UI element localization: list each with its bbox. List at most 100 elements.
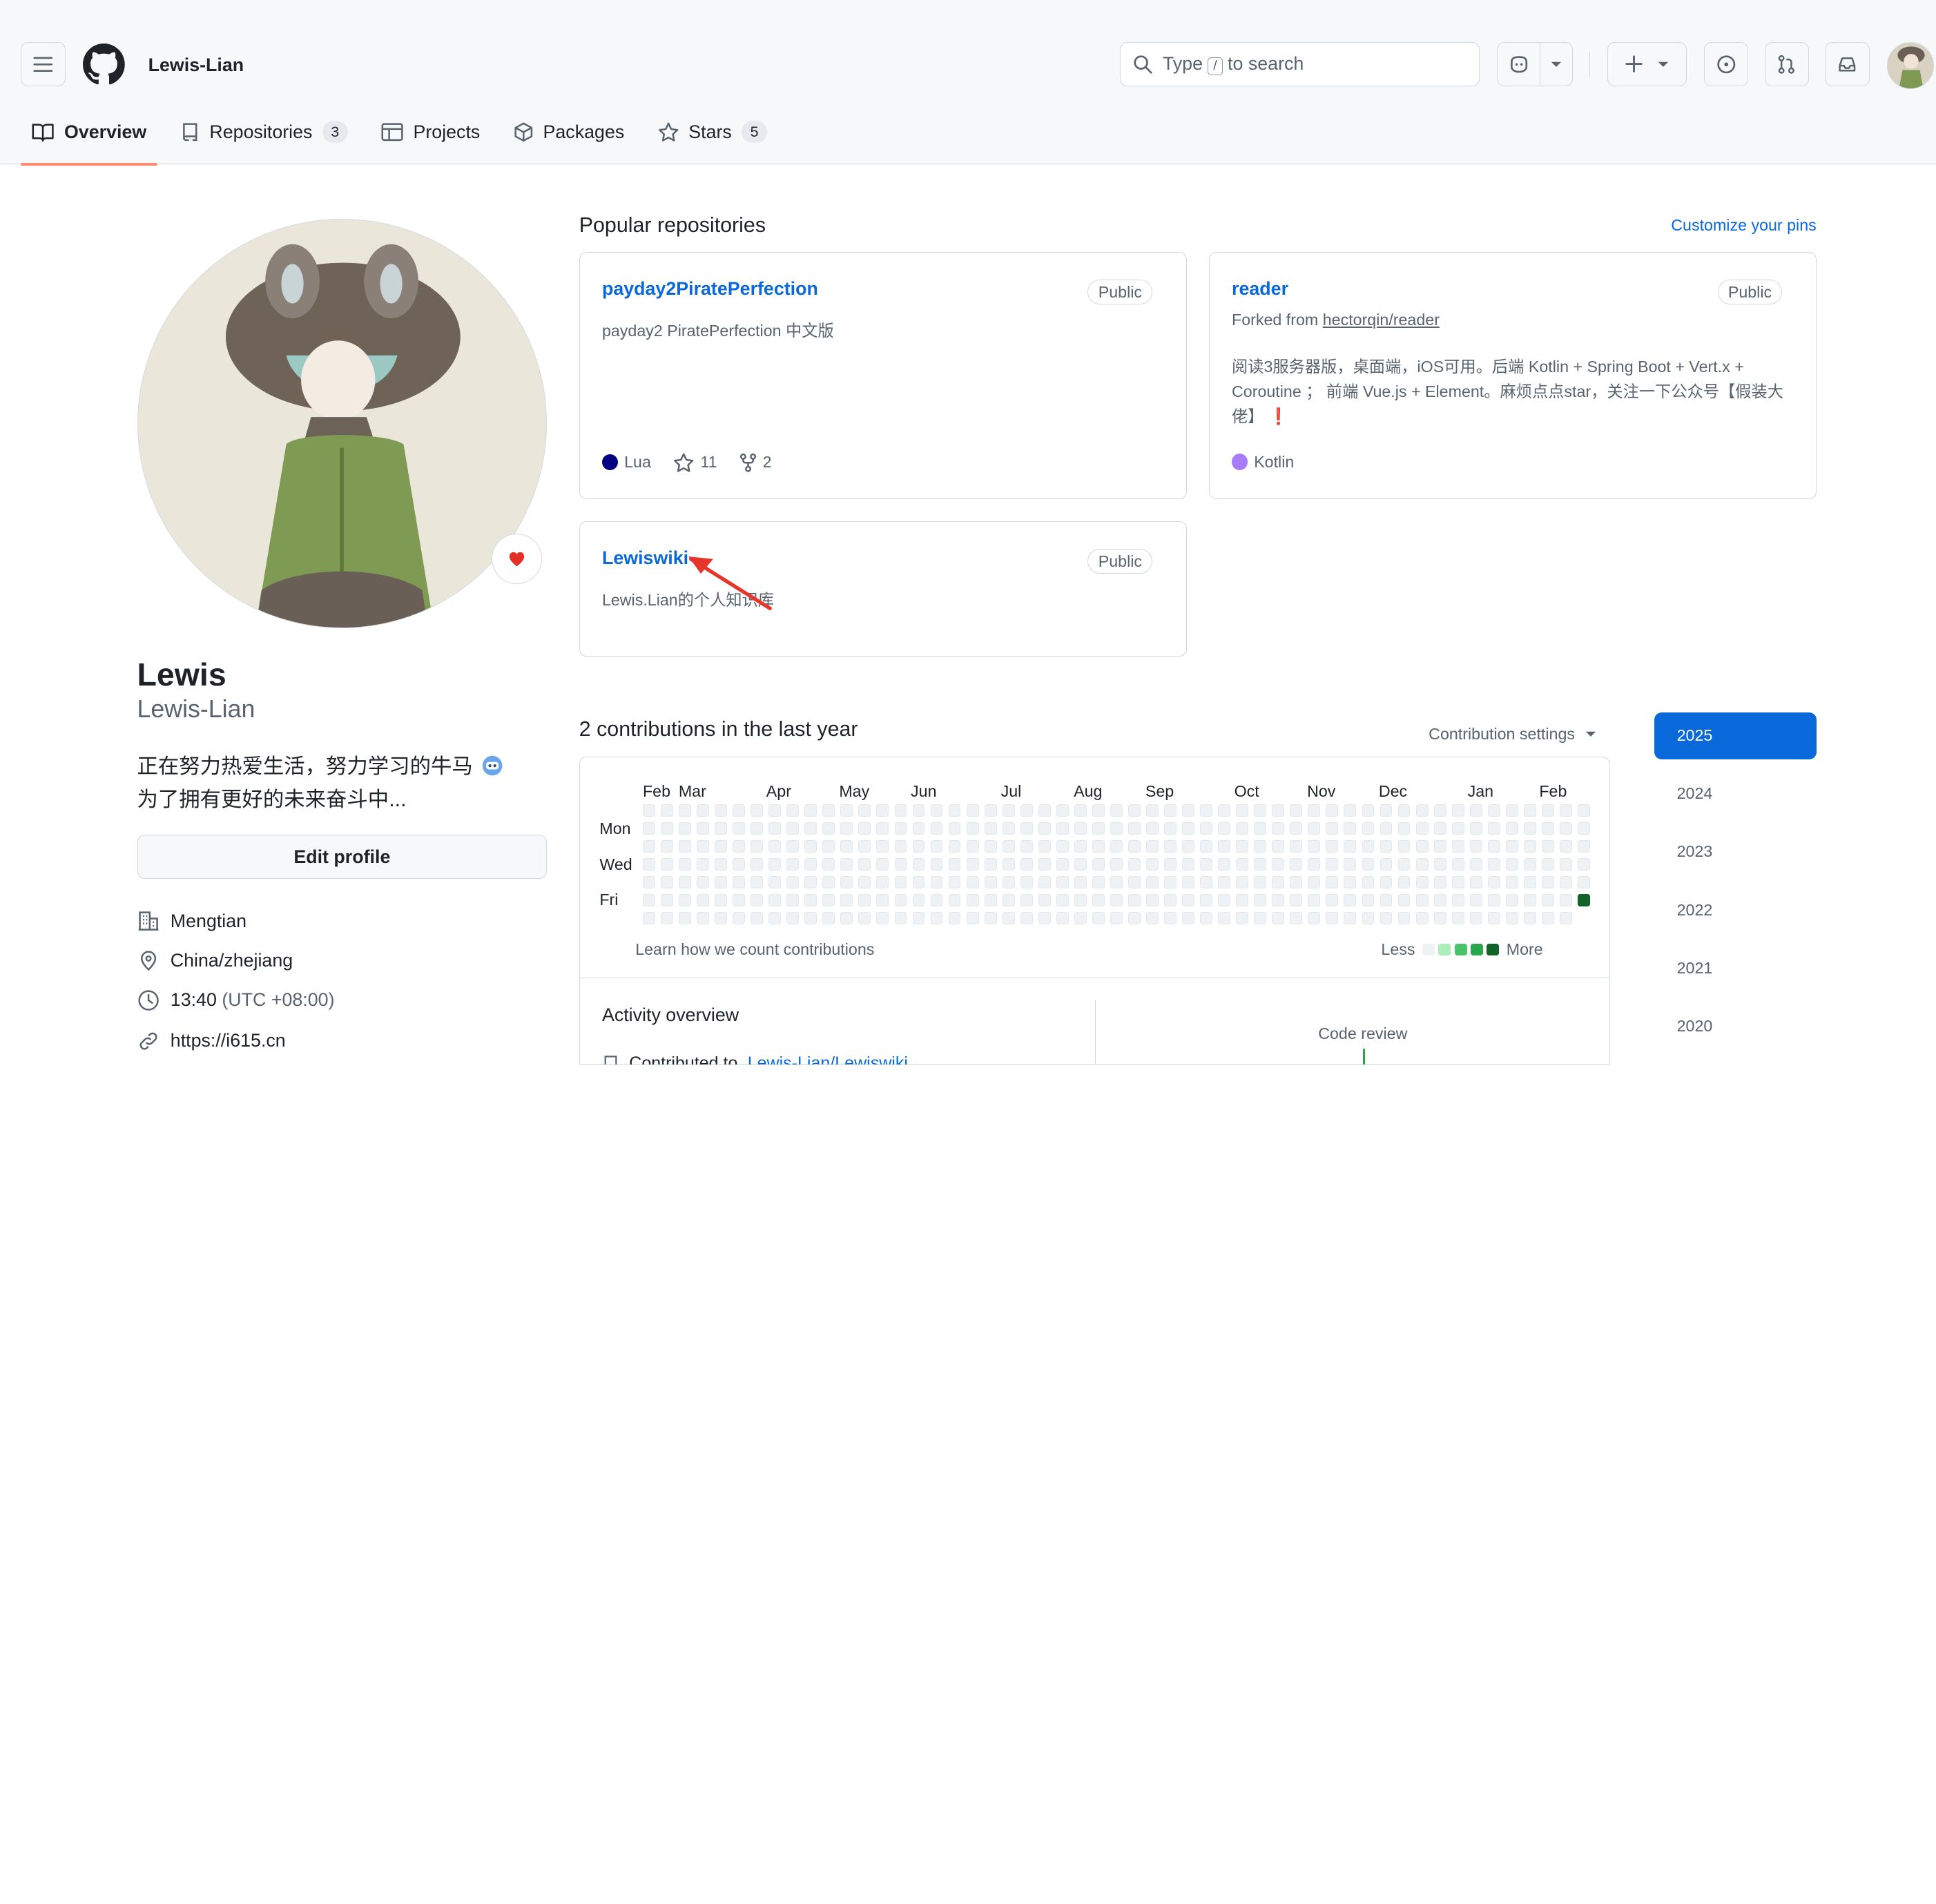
contribution-day[interactable]	[1002, 911, 1015, 924]
contribution-day[interactable]	[1326, 893, 1339, 906]
contribution-day[interactable]	[876, 893, 889, 906]
contribution-day[interactable]	[1397, 804, 1411, 817]
contribution-day[interactable]	[1415, 875, 1429, 888]
contribution-day[interactable]	[1236, 822, 1249, 835]
search-input[interactable]: Type / to search	[1120, 41, 1480, 87]
contribution-day[interactable]	[1110, 840, 1123, 853]
contribution-day[interactable]	[1218, 840, 1231, 853]
contribution-day[interactable]	[1433, 911, 1446, 924]
contribution-day[interactable]	[642, 840, 655, 853]
contribution-day[interactable]	[858, 804, 871, 817]
contribution-day[interactable]	[1541, 840, 1554, 853]
copilot-button[interactable]	[1496, 41, 1541, 87]
contribution-day[interactable]	[768, 822, 782, 835]
contribution-day[interactable]	[1218, 893, 1231, 906]
contribution-day[interactable]	[1397, 911, 1411, 924]
contribution-day[interactable]	[840, 911, 853, 924]
contribution-day[interactable]	[822, 804, 835, 817]
contribution-day[interactable]	[1487, 858, 1500, 871]
contribution-day[interactable]	[1074, 875, 1087, 888]
contribution-day[interactable]	[1487, 840, 1500, 853]
header-username[interactable]: Lewis-Lian	[148, 55, 244, 76]
contribution-day[interactable]	[1433, 858, 1446, 871]
contribution-day[interactable]	[1362, 893, 1375, 906]
contribution-day[interactable]	[1415, 893, 1429, 906]
contribution-day[interactable]	[1272, 804, 1285, 817]
contribution-day[interactable]	[1290, 911, 1303, 924]
contribution-day[interactable]	[1541, 804, 1554, 817]
contribution-day[interactable]	[1182, 875, 1194, 888]
contribution-day[interactable]	[1380, 822, 1393, 835]
contribution-day[interactable]	[1469, 858, 1482, 871]
contribution-day[interactable]	[1038, 893, 1051, 906]
contribution-day[interactable]	[1002, 875, 1015, 888]
contribution-day[interactable]	[1164, 822, 1177, 835]
contribution-day[interactable]	[1128, 911, 1141, 924]
menu-button[interactable]	[21, 41, 66, 87]
contribution-day[interactable]	[768, 804, 782, 817]
contribution-day[interactable]	[1433, 840, 1446, 853]
contribution-day[interactable]	[1200, 858, 1213, 871]
contribution-day[interactable]	[1451, 911, 1464, 924]
contribution-day[interactable]	[858, 858, 871, 871]
contribution-day[interactable]	[697, 822, 709, 835]
contribution-day[interactable]	[1092, 822, 1105, 835]
contribution-day[interactable]	[1002, 858, 1015, 871]
contribution-day[interactable]	[894, 858, 907, 871]
contribution-day[interactable]	[679, 858, 691, 871]
contribution-day[interactable]	[1415, 804, 1429, 817]
contribution-day[interactable]	[1038, 840, 1051, 853]
contribution-day[interactable]	[733, 804, 746, 817]
contribution-day[interactable]	[858, 875, 871, 888]
contribution-day[interactable]	[1254, 893, 1267, 906]
issues-button[interactable]	[1703, 41, 1749, 87]
user-avatar-menu[interactable]	[1886, 41, 1934, 89]
github-logo-icon[interactable]	[82, 43, 125, 86]
contribution-day[interactable]	[948, 893, 961, 906]
contribution-day[interactable]	[1290, 822, 1303, 835]
contribution-day[interactable]	[1433, 804, 1446, 817]
contribution-day[interactable]	[1344, 911, 1357, 924]
contribution-day[interactable]	[768, 875, 782, 888]
contribution-day[interactable]	[984, 822, 997, 835]
contribution-day[interactable]	[1433, 822, 1446, 835]
contribution-day[interactable]	[1559, 858, 1572, 871]
contribution-day[interactable]	[1200, 804, 1213, 817]
contribution-day[interactable]	[966, 911, 979, 924]
contribution-day[interactable]	[1128, 858, 1141, 871]
contribution-day[interactable]	[1326, 858, 1339, 871]
contribution-day[interactable]	[804, 858, 817, 871]
contribution-day[interactable]	[1469, 911, 1482, 924]
contribution-day[interactable]	[912, 858, 925, 871]
contribution-day[interactable]	[1397, 840, 1411, 853]
contribution-day[interactable]	[1236, 875, 1249, 888]
stargazers-link[interactable]: 11	[673, 453, 717, 473]
contribution-day[interactable]	[822, 911, 835, 924]
contribution-day[interactable]	[840, 858, 853, 871]
contribution-day[interactable]	[1002, 822, 1015, 835]
contribution-day[interactable]	[679, 893, 691, 906]
contribution-day[interactable]	[1020, 911, 1033, 924]
contribution-day[interactable]	[1056, 840, 1069, 853]
contribution-day[interactable]	[715, 911, 727, 924]
contribution-day[interactable]	[1002, 804, 1015, 817]
contribution-day[interactable]	[1290, 858, 1303, 871]
contribution-day[interactable]	[930, 822, 943, 835]
contribution-day[interactable]	[1074, 893, 1087, 906]
year-2020[interactable]: 2020	[1654, 1002, 1816, 1049]
contribution-day[interactable]	[966, 875, 979, 888]
contribution-day[interactable]	[1272, 858, 1285, 871]
contribution-day[interactable]	[1523, 822, 1536, 835]
contribution-day[interactable]	[822, 875, 835, 888]
contribution-day[interactable]	[733, 858, 746, 871]
contribution-day[interactable]	[1218, 822, 1231, 835]
contribution-day[interactable]	[786, 875, 800, 888]
contribution-day[interactable]	[660, 893, 673, 906]
contribution-day[interactable]	[1308, 875, 1321, 888]
contribution-day[interactable]	[1451, 840, 1464, 853]
contribution-day[interactable]	[1326, 911, 1339, 924]
contribution-day[interactable]	[1128, 804, 1141, 817]
contribution-day[interactable]	[751, 875, 764, 888]
contribution-day[interactable]	[1541, 911, 1554, 924]
contribution-day[interactable]	[1577, 875, 1590, 888]
